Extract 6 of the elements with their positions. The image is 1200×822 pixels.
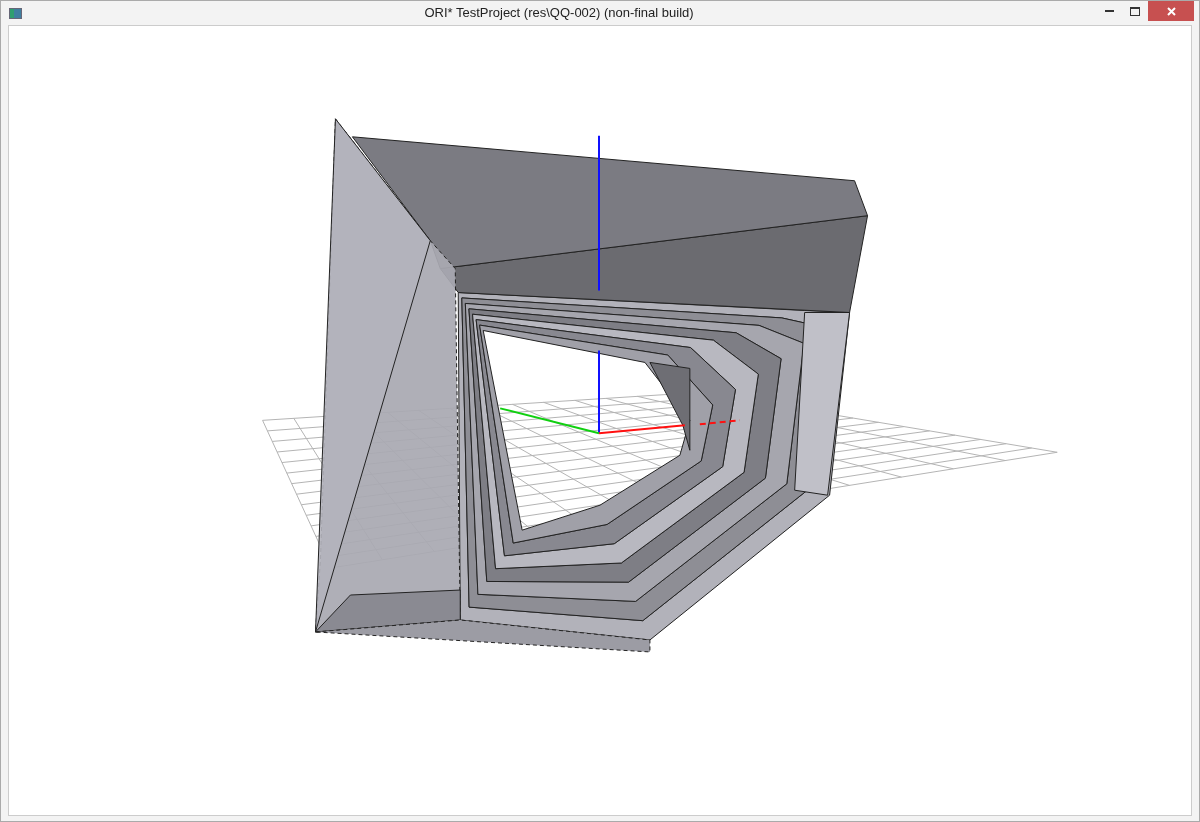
close-button[interactable] [1148,1,1194,21]
window-title: ORI* TestProject (res\QQ-002) (non-final build) [424,4,694,23]
maximize-icon [1130,6,1140,16]
minimize-icon [1104,9,1114,13]
close-icon [1166,6,1176,16]
app-icon [9,7,22,19]
